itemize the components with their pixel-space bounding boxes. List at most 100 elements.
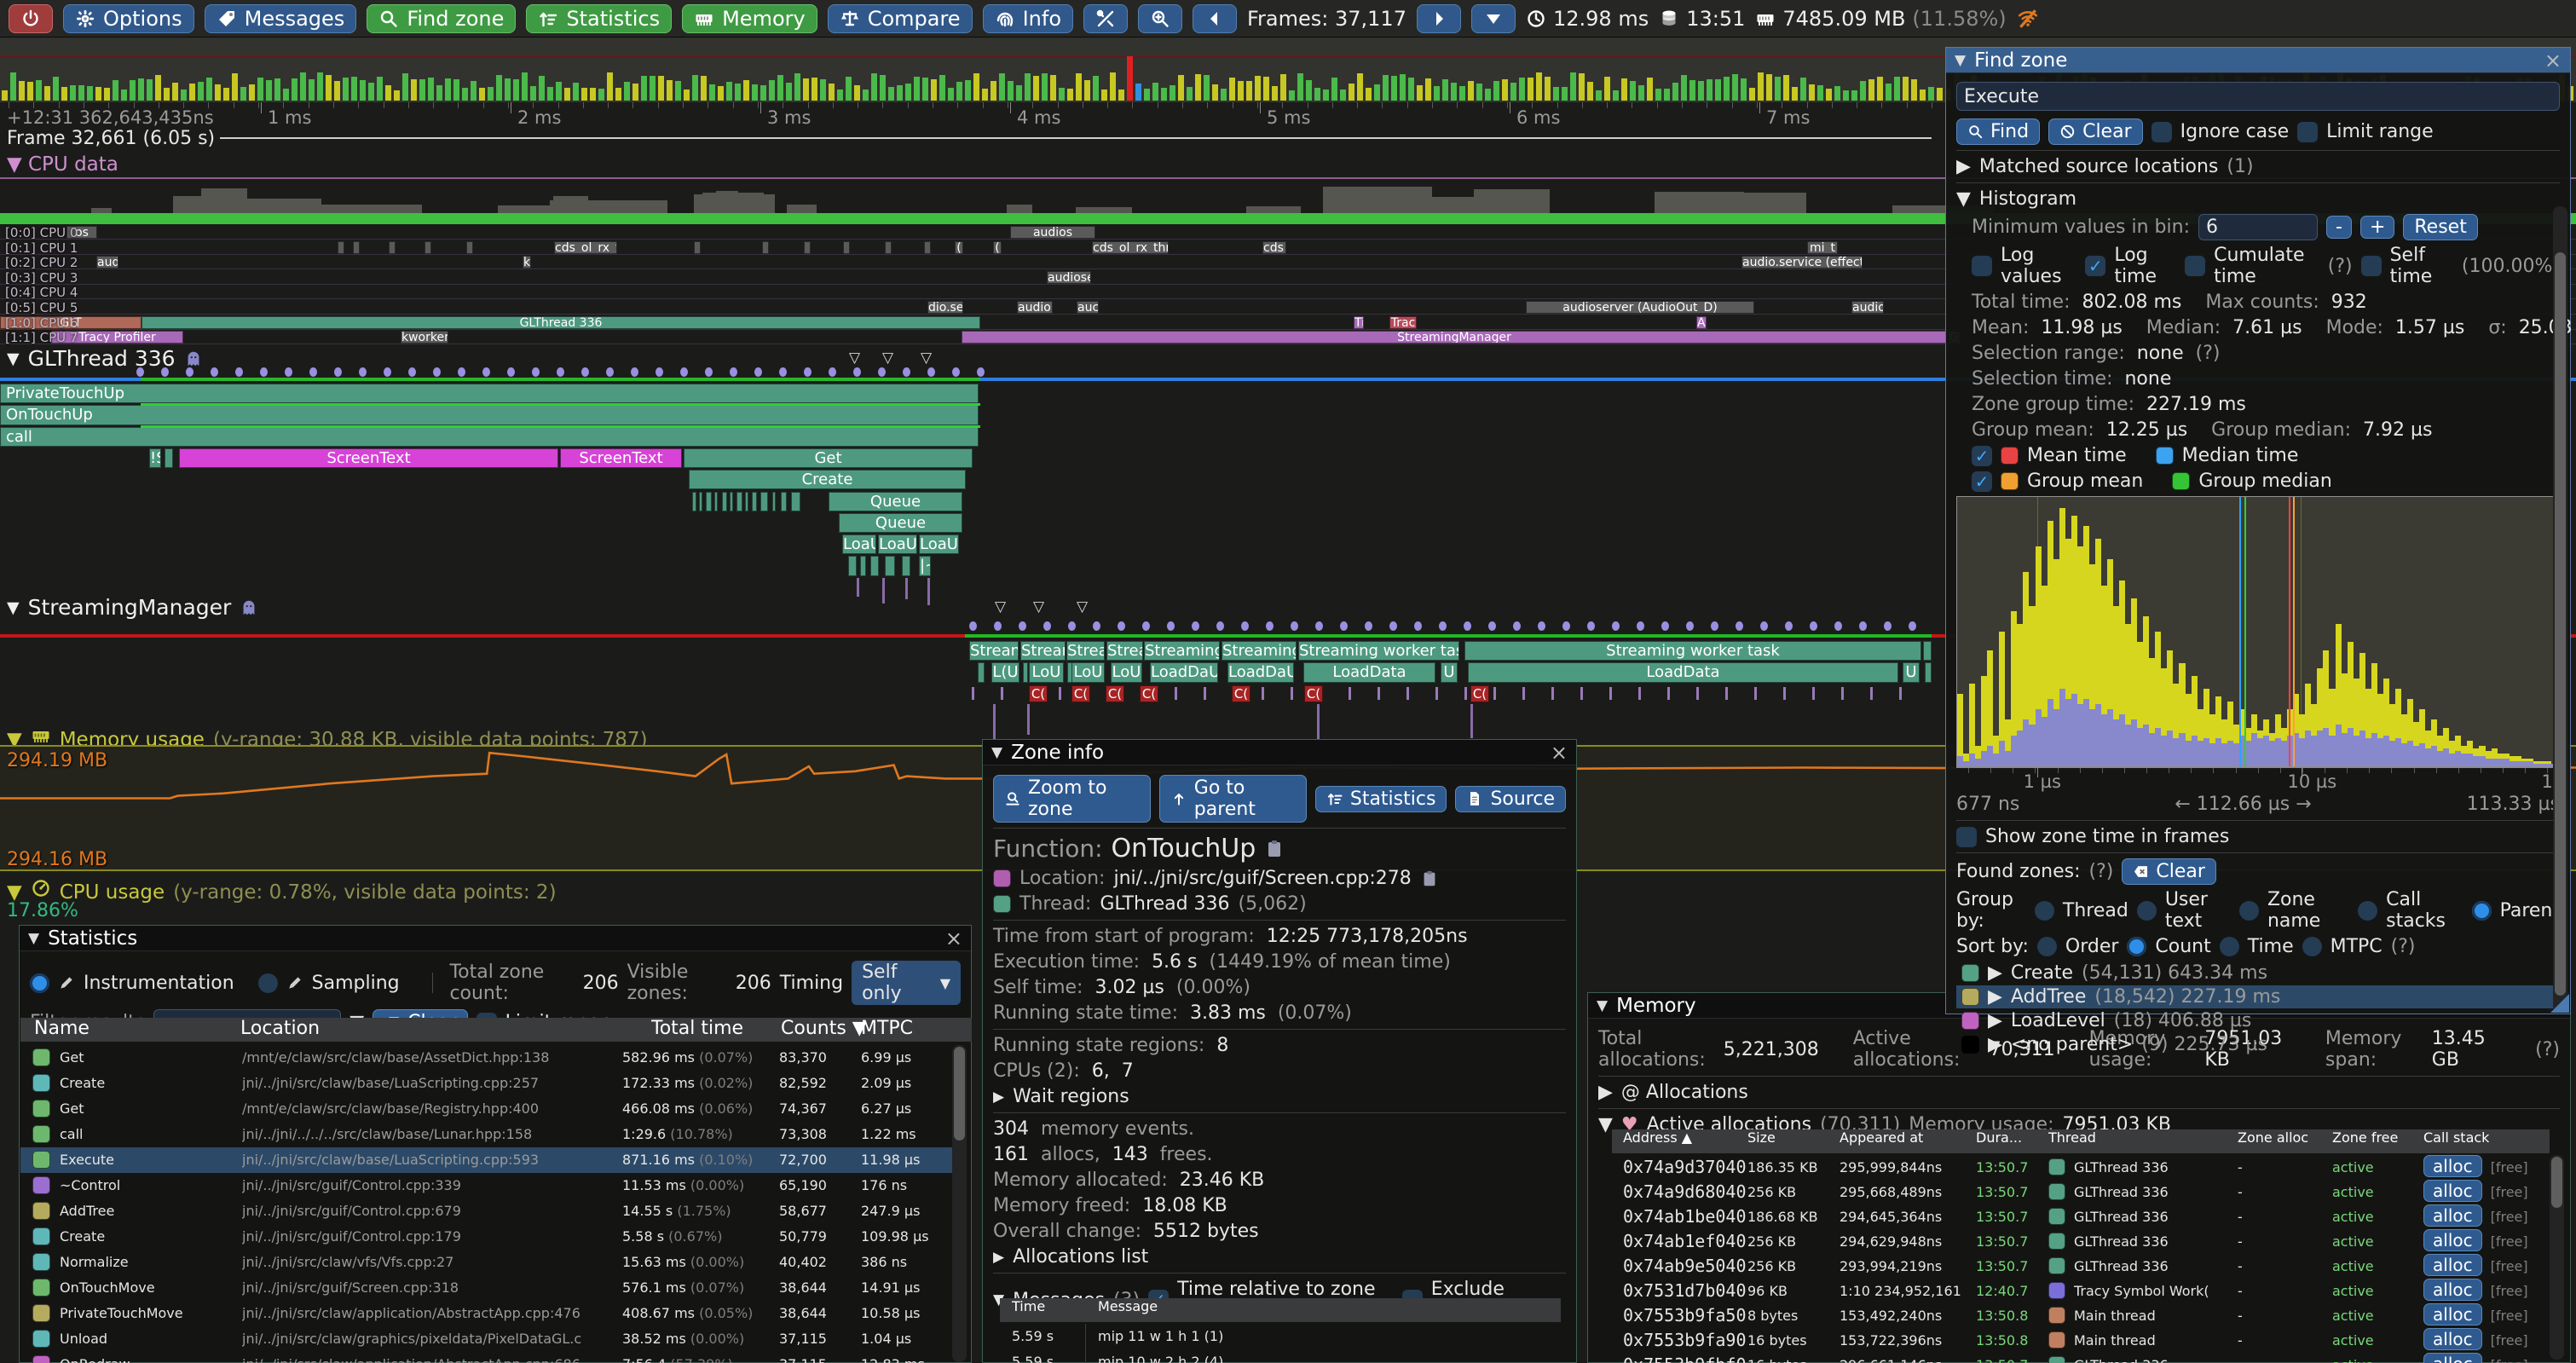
cpu-zone[interactable]: audio xyxy=(1851,301,1884,314)
cpu-zone[interactable]: dio.se xyxy=(927,301,963,314)
frame-bar[interactable] xyxy=(1417,85,1423,101)
alloc-button[interactable]: alloc xyxy=(2423,1155,2482,1177)
frame-bar[interactable] xyxy=(1638,85,1644,101)
cpu-zone[interactable]: Trac xyxy=(1389,316,1417,329)
frame-bar[interactable] xyxy=(61,87,67,101)
sort-by-mtpc[interactable] xyxy=(2302,937,2322,956)
frame-bar[interactable] xyxy=(488,87,494,101)
frame-bar[interactable] xyxy=(1050,75,1056,101)
frame-bar[interactable] xyxy=(283,89,289,101)
allocation-row[interactable]: 0x7553b9fbf016 bytes296,661,146ns13:50.7… xyxy=(1612,1353,2550,1363)
zone-dot[interactable] xyxy=(903,367,910,377)
frame-bar[interactable] xyxy=(1331,78,1337,101)
error-zone[interactable]: C( xyxy=(1071,685,1090,702)
cpu-zone[interactable]: audioserver (AudioOut_D) xyxy=(1526,301,1754,314)
log-time-checkbox[interactable]: ✓ xyxy=(2085,256,2105,276)
frame-bar[interactable] xyxy=(19,81,25,101)
frame-bar[interactable] xyxy=(121,90,127,101)
message-marker-icon[interactable]: ▽ xyxy=(1077,598,1088,615)
frame-bar[interactable] xyxy=(1229,78,1235,101)
column-header[interactable]: Appeared at xyxy=(1840,1129,1923,1146)
frame-bar[interactable] xyxy=(1016,85,1022,101)
frame-bar[interactable] xyxy=(479,88,485,101)
frame-bar[interactable] xyxy=(914,77,920,101)
frame-bar[interactable] xyxy=(692,75,698,101)
frame-bar[interactable] xyxy=(1519,78,1525,101)
frame-bar[interactable] xyxy=(1903,77,1909,101)
frame-bar[interactable] xyxy=(1195,74,1201,101)
show-zone-time-checkbox[interactable] xyxy=(1956,827,1977,847)
cpu-zone[interactable]: ( xyxy=(993,241,1002,254)
frame-bar[interactable] xyxy=(1894,77,1900,101)
frame-bar[interactable] xyxy=(1485,89,1491,101)
zone-dot[interactable] xyxy=(606,367,614,377)
zone-dot[interactable] xyxy=(1464,621,1471,631)
alloc-button[interactable]: alloc xyxy=(2423,1229,2482,1251)
timeline-zone[interactable] xyxy=(722,492,727,511)
zone-dot[interactable] xyxy=(969,621,977,631)
frame-bar[interactable] xyxy=(718,86,724,101)
frame-bar[interactable] xyxy=(965,80,971,101)
frame-bar[interactable] xyxy=(309,79,315,101)
limit-range-checkbox[interactable] xyxy=(2297,122,2318,142)
zone-dot[interactable] xyxy=(1760,621,1768,631)
frame-bar[interactable] xyxy=(564,88,570,101)
resize-grip[interactable] xyxy=(2550,994,2569,1013)
find-button[interactable]: Find xyxy=(1956,118,2040,145)
timeline-zone[interactable] xyxy=(848,556,857,575)
zone-dot[interactable] xyxy=(1637,621,1644,631)
frame-bar[interactable] xyxy=(385,85,391,101)
frame-bar[interactable] xyxy=(1374,84,1380,101)
tool-button[interactable] xyxy=(1471,4,1516,33)
zone-dot[interactable] xyxy=(1266,621,1274,631)
frame-bar[interactable] xyxy=(232,73,238,101)
collapse-arrow-icon[interactable]: ▼ xyxy=(1597,997,1608,1014)
frame-bar[interactable] xyxy=(1689,80,1695,101)
cumulate-time-checkbox[interactable] xyxy=(2185,256,2205,276)
close-icon[interactable]: × xyxy=(945,927,962,950)
table-row[interactable]: Normalizejni/../jni/src/claw/vfs/Vfs.cpp… xyxy=(20,1250,958,1275)
timeline-zone[interactable]: OnTouchUp xyxy=(0,405,979,424)
table-row[interactable]: Unloadjni/../jni/src/claw/graphics/pixel… xyxy=(20,1326,958,1352)
frame-bar[interactable] xyxy=(1886,84,1892,101)
timeline-zone[interactable]: Queue xyxy=(829,492,962,511)
frame-bar[interactable] xyxy=(266,80,272,101)
frame-bar[interactable] xyxy=(300,72,306,101)
frame-bar[interactable] xyxy=(1468,81,1474,101)
zone-dot[interactable] xyxy=(136,367,144,377)
cpu-zone[interactable] xyxy=(885,241,892,254)
frame-bar[interactable] xyxy=(1817,85,1823,101)
timeline-zone[interactable] xyxy=(902,556,910,575)
frame-bar[interactable] xyxy=(377,77,383,101)
cpu-zone[interactable] xyxy=(338,241,344,254)
frame-bar[interactable] xyxy=(811,78,817,101)
timeline-zone[interactable] xyxy=(165,448,173,468)
ignore-case-checkbox[interactable] xyxy=(2151,122,2172,142)
decrement-button[interactable]: - xyxy=(2326,216,2352,239)
frame-bar[interactable] xyxy=(70,85,76,101)
table-row[interactable]: OnTouchMovejni/../jni/src/guif/Screen.cp… xyxy=(20,1275,958,1301)
frame-bar[interactable] xyxy=(786,83,792,101)
frame-bar[interactable] xyxy=(1681,75,1687,101)
frame-bar[interactable] xyxy=(922,78,928,101)
timeline-zone[interactable]: Streaming worker task xyxy=(1464,641,1921,661)
zone-dot[interactable] xyxy=(359,367,367,377)
timeline-zone[interactable]: Get xyxy=(684,448,973,468)
timeline-zone[interactable]: U xyxy=(1441,662,1458,682)
cpu-zone[interactable]: Ti xyxy=(1354,316,1364,329)
frame-bar[interactable] xyxy=(1059,88,1065,101)
frame-bar[interactable] xyxy=(1792,87,1798,101)
allocation-row[interactable]: 0x7553b9fa508 bytes153,492,240ns13:50.8M… xyxy=(1612,1303,2550,1328)
frame-bar[interactable] xyxy=(650,76,656,101)
timeline-zone[interactable]: Streaming xyxy=(1222,641,1297,661)
column-header[interactable]: Dura... xyxy=(1976,1129,2022,1146)
frame-bar[interactable] xyxy=(189,84,195,101)
timeline-zone[interactable]: L(U xyxy=(991,662,1019,682)
memory-table-header[interactable]: Address ▲SizeAppeared atDura...ThreadZon… xyxy=(1612,1129,2550,1153)
frame-bar[interactable] xyxy=(462,88,468,101)
frame-bar[interactable] xyxy=(675,81,681,101)
frame-bar[interactable] xyxy=(411,79,417,101)
frame-bar[interactable] xyxy=(1110,72,1116,101)
collapse-arrow-icon[interactable]: ▼ xyxy=(991,744,1002,761)
zone-dot[interactable] xyxy=(1711,621,1718,631)
